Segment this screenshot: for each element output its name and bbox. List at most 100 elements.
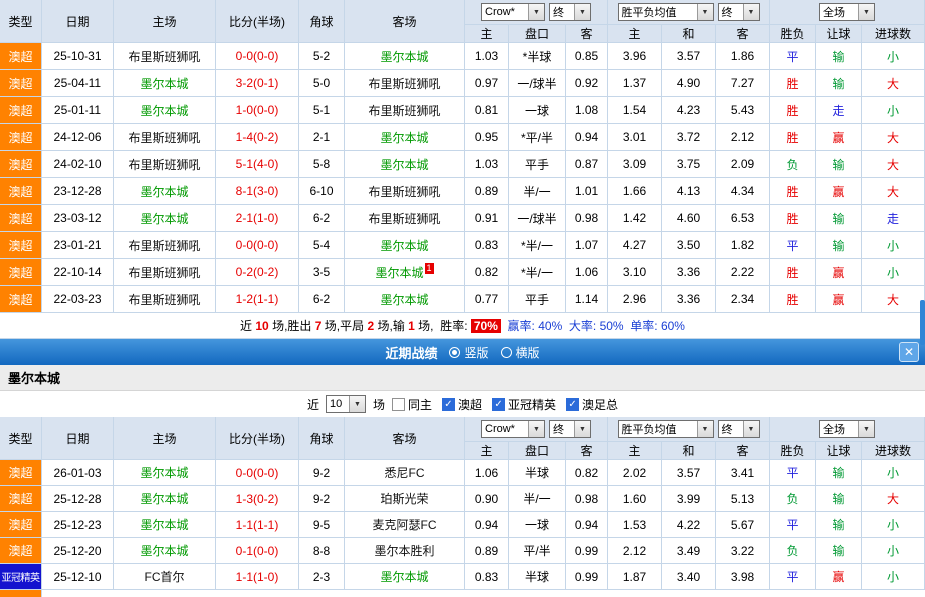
away-odds-cell: 0.87 — [566, 151, 608, 178]
match-scope-select[interactable]: 全场▼ — [819, 3, 875, 21]
avg-odds-select[interactable]: 胜平负均值▼ — [618, 3, 714, 21]
corners-cell: 5-2 — [299, 43, 345, 70]
col-date: 日期 — [42, 0, 114, 43]
dropdown-arrow-icon: ▼ — [858, 421, 874, 437]
subcol-avg-draw: 和 — [662, 442, 716, 460]
result-cell: 平 — [770, 460, 816, 486]
summary-segment: 近 — [240, 317, 255, 334]
corners-cell: 6-10 — [299, 178, 345, 205]
result-cell: 胜 — [770, 259, 816, 286]
filter-option-label: 澳超 — [458, 396, 482, 413]
goals-result-cell: 小 — [862, 460, 925, 486]
col-corner: 角球 — [299, 417, 345, 460]
result-cell: 胜 — [770, 205, 816, 232]
final-odds-select[interactable]: 终▼ — [549, 3, 591, 21]
match-row: 澳超 23-01-21 布里斯班狮吼 0-0(0-0) 5-4 墨尔本城 0.8… — [0, 232, 925, 259]
avg-away-cell: 7.27 — [716, 70, 770, 97]
result-cell: 胜 — [770, 286, 816, 313]
league-cell: 澳超 — [0, 43, 42, 70]
league-filter-checkbox[interactable]: 澳足总 — [566, 396, 618, 413]
corners-cell: 6-2 — [299, 286, 345, 313]
dropdown-arrow-icon: ▼ — [743, 421, 759, 437]
close-icon[interactable]: ✕ — [899, 342, 919, 362]
away-team-cell: 墨尔本城 — [345, 564, 465, 590]
scrollbar-thumb[interactable] — [920, 300, 925, 345]
subcol-avg-draw: 和 — [662, 25, 716, 43]
final-avg-select[interactable]: 终▼ — [718, 3, 760, 21]
home-team-cell: 布里斯班狮吼 — [114, 232, 216, 259]
table1-header: 类型 日期 主场 比分(半场) 角球 客场 Crow*▼ 终▼ 胜平负均值▼ 终… — [0, 0, 925, 43]
away-team-name: 墨尔本城 — [380, 291, 428, 308]
date-cell: 25-10-31 — [42, 43, 114, 70]
avg-away-cell: 6.53 — [716, 205, 770, 232]
home-team-cell: 墨尔本城 — [114, 205, 216, 232]
match-row: 澳超 22-10-14 布里斯班狮吼 0-2(0-2) 3-5 墨尔本城1 0.… — [0, 259, 925, 286]
goals-result-cell: 小 — [862, 538, 925, 564]
summary-segment: 大率: 50% — [562, 317, 623, 334]
recent-count-select[interactable]: 10▼ — [326, 395, 366, 413]
result-cell: 平 — [770, 232, 816, 259]
summary-segment: 70% — [471, 319, 501, 333]
away-team-name: 珀斯光荣 — [380, 490, 428, 507]
match-row: 澳超 25-12-20 墨尔本城 0-1(0-0) 8-8 墨尔本胜利 0.89… — [0, 538, 925, 564]
home-team-cell: 墨尔本城 — [114, 538, 216, 564]
date-cell: 25-12-23 — [42, 512, 114, 538]
scope-select-group: 全场▼ — [770, 0, 925, 25]
avg-draw-cell: 3.49 — [662, 538, 716, 564]
date-cell: 22-03-23 — [42, 286, 114, 313]
score-cell: 3-2(0-1) — [216, 70, 299, 97]
home-team-cell: 布里斯班狮吼 — [114, 43, 216, 70]
home-odds-cell: 0.83 — [465, 564, 509, 590]
score-cell: 0-0(0-0) — [216, 43, 299, 70]
summary-segment: 1 — [408, 319, 415, 333]
bookmaker-select[interactable]: Crow*▼ — [481, 420, 545, 438]
score-cell: 1-1(1-1) — [216, 512, 299, 538]
handicap-result-cell: 输 — [816, 486, 862, 512]
avg-draw-cell: 3.36 — [662, 259, 716, 286]
date-cell: 25-12-20 — [42, 538, 114, 564]
final-avg-select[interactable]: 终▼ — [718, 420, 760, 438]
away-odds-cell: 1.06 — [566, 259, 608, 286]
filter-option-label: 同主 — [408, 396, 432, 413]
team-section-band: 墨尔本城 — [0, 365, 925, 391]
subcol-avg-home: 主 — [608, 25, 662, 43]
col-home: 主场 — [114, 417, 216, 460]
home-team-cell: 墨尔本城 — [114, 97, 216, 124]
handicap-result-cell: 输 — [816, 70, 862, 97]
avg-away-cell: 1.86 — [716, 43, 770, 70]
match-row: 澳超 23-12-28 墨尔本城 8-1(3-0) 6-10 布里斯班狮吼 0.… — [0, 178, 925, 205]
match-row: 澳超 22-03-23 布里斯班狮吼 1-2(1-1) 6-2 墨尔本城 0.7… — [0, 286, 925, 313]
horizontal-layout-radio[interactable]: 横版 — [501, 344, 540, 361]
subcol-goals: 进球数 — [862, 25, 925, 43]
final-odds-select[interactable]: 终▼ — [549, 420, 591, 438]
checkbox-icon — [392, 398, 405, 411]
handicap-cell: 半/一 — [509, 178, 566, 205]
bookmaker-select[interactable]: Crow*▼ — [481, 3, 545, 21]
league-filter-checkbox[interactable]: 澳超 — [442, 396, 482, 413]
match-scope-select[interactable]: 全场▼ — [819, 420, 875, 438]
card-badge: 1 — [425, 263, 434, 274]
home-odds-cell: 1.06 — [465, 460, 509, 486]
league-cell: 澳超 — [0, 538, 42, 564]
handicap-cell: 一/球半 — [509, 205, 566, 232]
goals-result-cell: 小 — [862, 97, 925, 124]
dropdown-arrow-icon: ▼ — [697, 421, 713, 437]
result-cell: 胜 — [770, 70, 816, 97]
dropdown-arrow-icon: ▼ — [574, 421, 590, 437]
avg-home-cell: 1.53 — [608, 512, 662, 538]
away-odds-cell: 1.07 — [566, 232, 608, 259]
avg-odds-select[interactable]: 胜平负均值▼ — [618, 420, 714, 438]
goals-result-cell: 大 — [862, 151, 925, 178]
result-cell: 平 — [770, 43, 816, 70]
league-cell: 澳超 — [0, 70, 42, 97]
league-filter-checkbox[interactable]: 亚冠精英 — [492, 396, 556, 413]
vertical-layout-radio[interactable]: 竖版 — [449, 344, 488, 361]
date-cell: 22-10-14 — [42, 259, 114, 286]
summary-segment: 场, — [415, 317, 440, 334]
avg-draw-cell: 4.90 — [662, 70, 716, 97]
corners-cell: 5-4 — [299, 232, 345, 259]
goals-result-cell: 大 — [862, 124, 925, 151]
home-team-cell: 墨尔本城 — [114, 178, 216, 205]
handicap-cell: 一球 — [509, 512, 566, 538]
league-filter-checkbox[interactable]: 同主 — [392, 396, 432, 413]
